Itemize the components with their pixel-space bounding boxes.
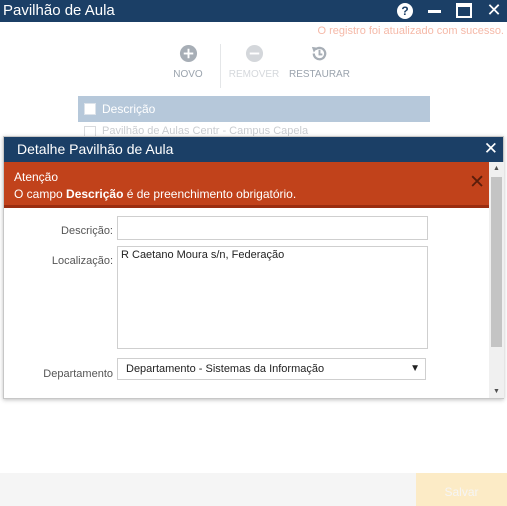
alert-message-prefix: O campo: [14, 187, 67, 201]
validation-alert: Atenção O campo Descrição é de preenchim…: [4, 162, 489, 208]
scroll-down-arrow-icon[interactable]: ▼: [489, 385, 504, 398]
alert-message-field: Descrição: [66, 187, 124, 201]
dialog-scrollbar[interactable]: ▲ ▼: [489, 162, 504, 398]
records-grid: Descrição Pavilhão de Aulas Centr - Camp…: [78, 96, 430, 136]
minus-circle-icon: [245, 44, 263, 63]
window-close-icon[interactable]: ✕: [485, 0, 503, 22]
scroll-thumb[interactable]: [491, 177, 502, 347]
localizacao-textarea[interactable]: R Caetano Moura s/n, Federação: [117, 246, 428, 349]
dialog-title: Detalhe Pavilhão de Aula: [17, 141, 174, 157]
minimize-icon[interactable]: [428, 10, 441, 13]
departamento-select[interactable]: Departamento - Sistemas da Informação ▼: [117, 358, 426, 380]
descricao-input[interactable]: [117, 216, 428, 240]
remover-label: REMOVER: [228, 69, 280, 80]
table-row[interactable]: Pavilhão de Aulas Centr - Campus Capela: [78, 122, 430, 136]
dialog-titlebar: Detalhe Pavilhão de Aula ✕: [4, 137, 503, 162]
departamento-selected-value: Departamento - Sistemas da Informação: [126, 363, 325, 375]
restore-icon: [311, 46, 326, 61]
column-header-descricao[interactable]: Descrição: [102, 102, 155, 116]
novo-label: NOVO: [173, 69, 203, 80]
alert-message: O campo Descrição é de preenchimento obr…: [14, 187, 296, 201]
detail-dialog: Detalhe Pavilhão de Aula ✕ Atenção O cam…: [3, 136, 504, 399]
maximize-icon[interactable]: [456, 3, 472, 18]
grid-header: Descrição: [78, 96, 430, 122]
toolbar-divider: [220, 44, 221, 88]
dialog-close-icon[interactable]: ✕: [484, 138, 498, 160]
plus-circle-icon: [179, 44, 197, 63]
row-descricao: Pavilhão de Aulas Centr - Campus Capela: [102, 125, 309, 136]
save-button[interactable]: Salvar: [416, 473, 507, 506]
alert-message-suffix: é de preenchimento obrigatório.: [123, 187, 297, 201]
remover-button[interactable]: REMOVER: [224, 44, 284, 80]
scroll-up-arrow-icon[interactable]: ▲: [489, 162, 504, 175]
dropdown-caret-icon: ▼: [410, 363, 420, 374]
select-all-checkbox[interactable]: [84, 103, 96, 115]
restaurar-label: RESTAURAR: [289, 69, 350, 80]
novo-button[interactable]: NOVO: [158, 44, 218, 80]
restaurar-button[interactable]: RESTAURAR: [289, 44, 350, 80]
localizacao-label: Localização:: [51, 255, 113, 267]
row-checkbox[interactable]: [84, 126, 96, 136]
alert-title: Atenção: [14, 170, 59, 184]
alert-close-icon[interactable]: ✕: [469, 172, 485, 194]
descricao-label: Descrição:: [61, 225, 113, 237]
footer-bar: Salvar: [0, 473, 507, 506]
window-titlebar: Pavilhão de Aula ? ✕: [0, 0, 507, 22]
help-icon[interactable]: ?: [397, 3, 413, 19]
status-message: O registro foi atualizado com sucesso.: [317, 25, 504, 37]
departamento-label: Departamento: [43, 368, 113, 380]
window-title: Pavilhão de Aula: [3, 2, 115, 19]
